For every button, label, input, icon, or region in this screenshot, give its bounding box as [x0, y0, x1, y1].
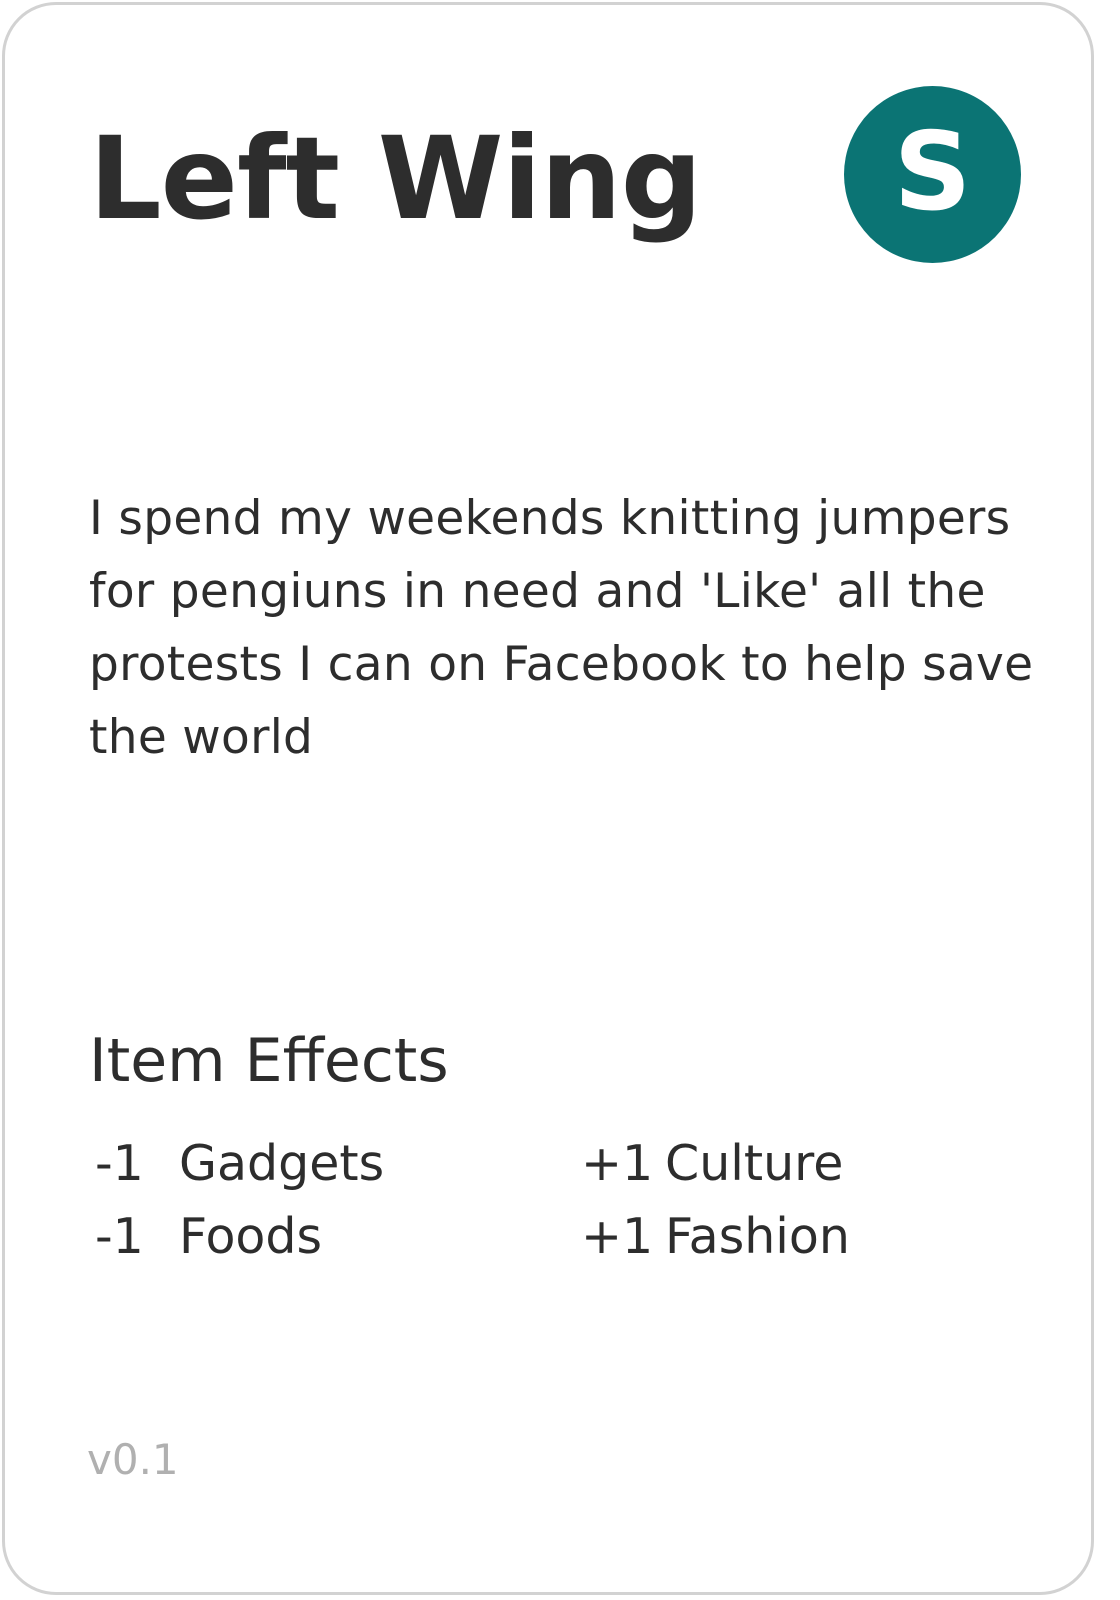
effect-label: Culture — [665, 1135, 844, 1192]
effect-value: +1 — [581, 1135, 654, 1192]
effects-heading: Item Effects — [89, 1026, 449, 1096]
card-title: Left Wing — [89, 112, 702, 245]
effect-item: +1 Culture — [581, 1127, 843, 1200]
effect-item: -1 Foods — [95, 1200, 322, 1273]
effect-label: Fashion — [665, 1208, 850, 1265]
category-badge: S — [844, 86, 1021, 263]
effect-label: Foods — [179, 1208, 323, 1265]
card: Left Wing S I spend my weekends knitting… — [2, 2, 1094, 1595]
effect-label: Gadgets — [179, 1135, 385, 1192]
effects-list: -1 Gadgets -1 Foods +1 Culture +1 Fashion — [95, 1127, 995, 1277]
card-description: I spend my weekends knitting jumpers for… — [89, 491, 1034, 765]
effect-value: -1 — [95, 1135, 144, 1192]
effect-value: +1 — [581, 1208, 654, 1265]
effect-item: -1 Gadgets — [95, 1127, 384, 1200]
version-label: v0.1 — [87, 1435, 179, 1484]
effect-value: -1 — [95, 1208, 144, 1265]
badge-letter: S — [893, 109, 972, 235]
effect-item: +1 Fashion — [581, 1200, 850, 1273]
